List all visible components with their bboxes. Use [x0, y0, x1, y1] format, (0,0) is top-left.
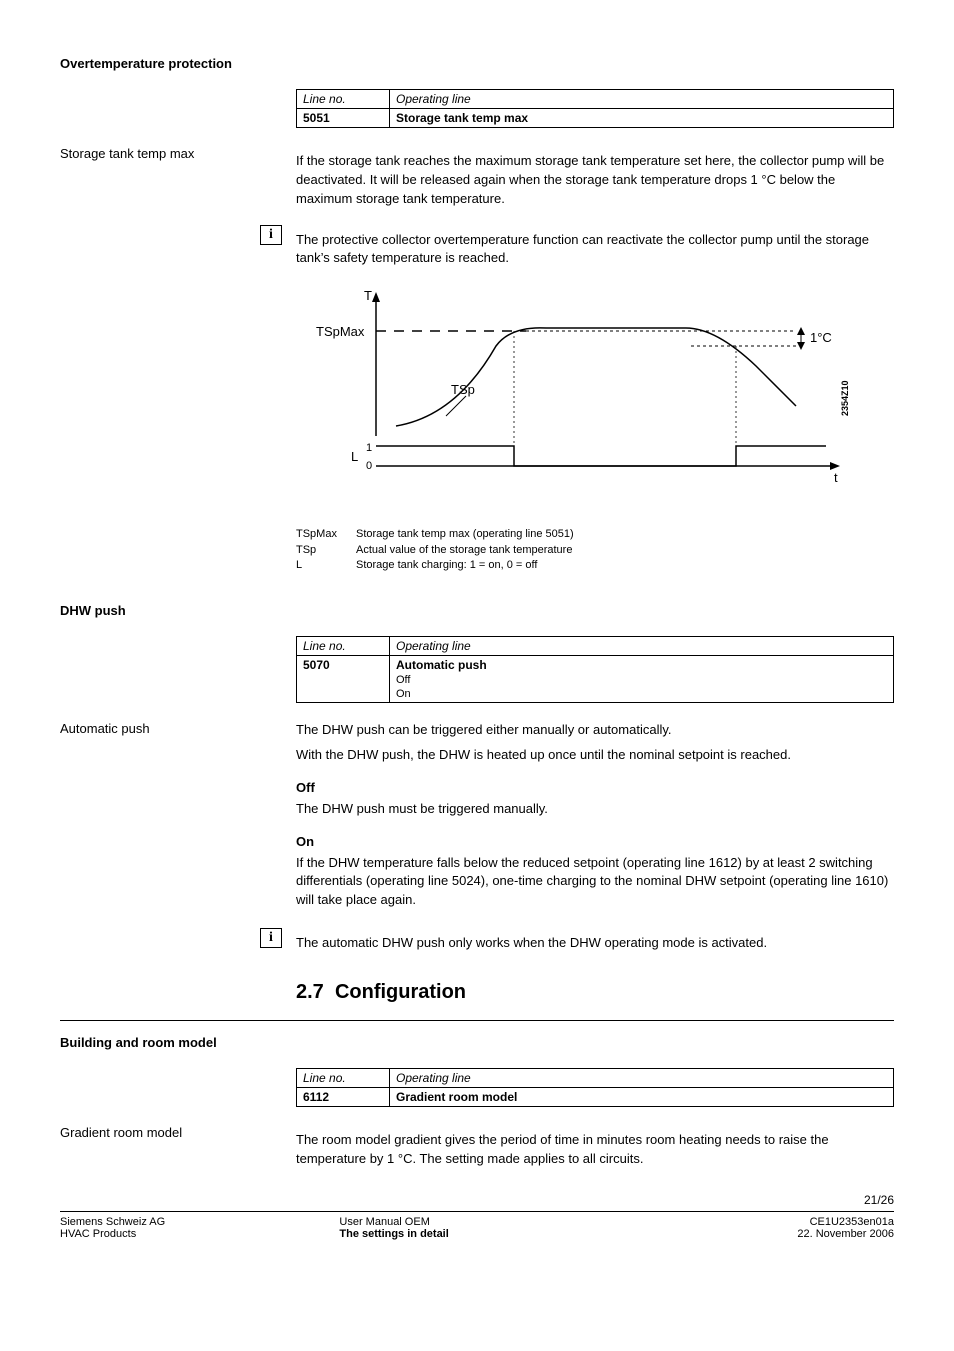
- side-label-autopush: Automatic push: [60, 721, 150, 736]
- heading-text: Configuration: [335, 981, 466, 1003]
- chart-l-1: 1: [366, 442, 372, 454]
- off-heading: Off: [296, 779, 894, 798]
- info-icon: i: [260, 928, 282, 948]
- tbl-cell-opname: Gradient room model: [390, 1087, 894, 1106]
- chart-l-0: 0: [366, 460, 372, 472]
- tbl-cell-lineno: 5070: [297, 656, 390, 703]
- side-label-gradient: Gradient room model: [60, 1125, 182, 1140]
- footer-company: Siemens Schweiz AG: [60, 1216, 335, 1228]
- tbl-cell-lineno: 5051: [297, 109, 390, 128]
- tbl-cell-opcontent: Automatic push Off On: [390, 656, 894, 703]
- tbl-cell-opname: Storage tank temp max: [390, 109, 894, 128]
- chart-l-label: L: [351, 449, 358, 464]
- heading-number: 2.7: [296, 981, 324, 1003]
- tbl-hdr-opline: Operating line: [390, 90, 894, 109]
- section-dhwpush-title: DHW push: [60, 603, 894, 618]
- legend-key: L: [296, 558, 356, 573]
- tbl-cell-opname: Automatic push: [396, 658, 487, 672]
- tbl-opt: On: [396, 688, 411, 700]
- divider: [60, 1020, 894, 1021]
- para-protective-note: The protective collector overtemperature…: [296, 231, 894, 269]
- tbl-hdr-opline: Operating line: [390, 637, 894, 656]
- page-number: 21/26: [60, 1193, 894, 1207]
- legend-key: TSp: [296, 543, 356, 558]
- legend-val: Storage tank temp max (operating line 50…: [356, 527, 574, 542]
- footer-date: 22. November 2006: [619, 1228, 894, 1240]
- para-gradient: The room model gradient gives the period…: [296, 1131, 894, 1169]
- opline-table-5051: Line no. Operating line 5051 Storage tan…: [296, 89, 894, 128]
- para-autopush-1: The DHW push can be triggered either man…: [296, 721, 894, 740]
- legend-key: TSpMax: [296, 527, 356, 542]
- tbl-hdr-lineno: Line no.: [297, 90, 390, 109]
- legend-val: Storage tank charging: 1 = on, 0 = off: [356, 558, 537, 573]
- tbl-hdr-opline: Operating line: [390, 1068, 894, 1087]
- chart-legend: TSpMaxStorage tank temp max (operating l…: [296, 527, 894, 573]
- tbl-hdr-lineno: Line no.: [297, 637, 390, 656]
- para-autopush-note: The automatic DHW push only works when t…: [296, 934, 894, 953]
- footer-doc-title: User Manual OEM: [339, 1216, 614, 1228]
- off-text: The DHW push must be triggered manually.: [296, 800, 894, 819]
- chart-ylabel: T: [364, 288, 372, 303]
- info-icon: i: [260, 225, 282, 245]
- footer-division: HVAC Products: [60, 1228, 335, 1240]
- tbl-opt: Off: [396, 674, 410, 686]
- section-overtemp-title: Overtemperature protection: [60, 56, 894, 71]
- heading-configuration: 2.7 Configuration: [296, 981, 894, 1004]
- legend-val: Actual value of the storage tank tempera…: [356, 543, 572, 558]
- tbl-hdr-lineno: Line no.: [297, 1068, 390, 1087]
- chart-tspmax-label: TSpMax: [316, 324, 365, 339]
- chart-hysteresis: T TSpMax 1°C TSp: [296, 286, 894, 519]
- chart-xlabel: t: [834, 470, 838, 485]
- footer-doc-id: CE1U2353en01a: [619, 1216, 894, 1228]
- chart-hyst-label: 1°C: [810, 330, 832, 345]
- opline-table-6112: Line no. Operating line 6112 Gradient ro…: [296, 1068, 894, 1107]
- section-building-title: Building and room model: [60, 1035, 894, 1050]
- side-label-storage-max: Storage tank temp max: [60, 146, 194, 161]
- on-heading: On: [296, 833, 894, 852]
- para-storage-max: If the storage tank reaches the maximum …: [296, 152, 894, 209]
- page-footer: Siemens Schweiz AG HVAC Products User Ma…: [60, 1212, 894, 1240]
- chart-refcode: 2354Z10: [840, 381, 850, 417]
- opline-table-5070: Line no. Operating line 5070 Automatic p…: [296, 636, 894, 703]
- chart-tsp-label: TSp: [451, 382, 475, 397]
- footer-chapter: The settings in detail: [339, 1228, 614, 1240]
- on-text: If the DHW temperature falls below the r…: [296, 854, 894, 911]
- para-autopush-2: With the DHW push, the DHW is heated up …: [296, 746, 894, 765]
- tbl-cell-lineno: 6112: [297, 1087, 390, 1106]
